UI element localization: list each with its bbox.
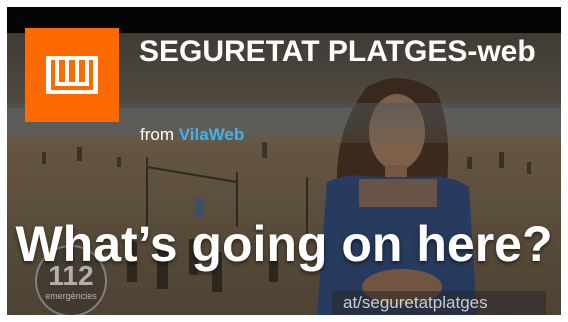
- url-watermark: at/seguretatplatges: [343, 293, 488, 312]
- badge-word: emergències: [45, 291, 97, 301]
- byline-prefix: from: [140, 125, 174, 144]
- channel-logo[interactable]: [25, 28, 119, 122]
- video-title[interactable]: SEGURETAT PLATGES-web: [139, 34, 559, 70]
- channel-link[interactable]: VilaWeb: [179, 125, 245, 144]
- overlay-caption: What’s going on here?: [15, 216, 553, 272]
- vilaweb-logo-icon: [46, 56, 98, 94]
- video-byline: from VilaWeb: [140, 125, 244, 145]
